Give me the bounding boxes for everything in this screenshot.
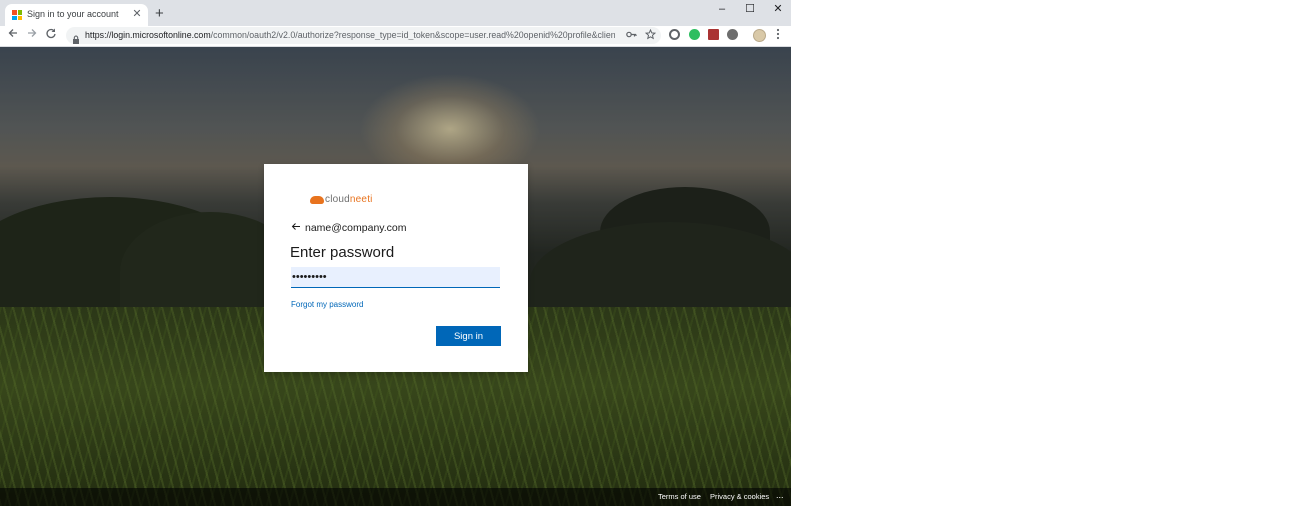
browser-tab[interactable]: Sign in to your account ✕	[5, 4, 148, 26]
privacy-cookies-link[interactable]: Privacy & cookies	[710, 492, 769, 501]
star-icon[interactable]	[644, 28, 657, 44]
forward-icon[interactable]	[24, 27, 40, 43]
profile-avatar[interactable]	[753, 29, 766, 42]
page-background: cloudneeti name@company.com Enter passwo…	[0, 47, 791, 506]
tab-strip: Sign in to your account ✕ + – ☐ ✕	[0, 0, 791, 26]
evernote-icon[interactable]	[689, 29, 700, 40]
more-options-button[interactable]: ...	[776, 490, 784, 500]
url-text[interactable]: https://login.microsoftonline.com/common…	[85, 30, 615, 40]
identity-banner: name@company.com	[291, 222, 407, 234]
lock-icon[interactable]	[72, 31, 80, 44]
microsoft-logo-icon	[12, 10, 22, 20]
drive-icon[interactable]	[727, 29, 738, 40]
cloud-icon	[310, 196, 324, 204]
logo-text-neeti: neeti	[349, 194, 373, 205]
close-window-button[interactable]: ✕	[764, 0, 791, 18]
url-path: /common/oauth2/v2.0/authorize?response_t…	[210, 30, 615, 40]
reload-icon[interactable]	[43, 27, 59, 43]
extension-icon[interactable]	[669, 29, 680, 40]
new-tab-button[interactable]: +	[155, 6, 164, 21]
password-field[interactable]	[291, 267, 500, 288]
page-title: Enter password	[290, 244, 395, 261]
menu-icon[interactable]	[770, 28, 786, 45]
key-icon[interactable]	[626, 29, 637, 44]
back-arrow-icon[interactable]	[291, 222, 305, 234]
sign-in-button[interactable]: Sign in	[436, 326, 501, 346]
page-footer: Terms of use Privacy & cookies ...	[0, 488, 791, 506]
browser-window: Sign in to your account ✕ + – ☐ ✕ https:…	[0, 0, 791, 506]
minimize-button[interactable]: –	[708, 0, 736, 18]
address-bar[interactable]: https://login.microsoftonline.com/common…	[66, 27, 661, 44]
tab-close-icon[interactable]: ✕	[130, 7, 144, 21]
terms-of-use-link[interactable]: Terms of use	[658, 492, 701, 501]
browser-toolbar: https://login.microsoftonline.com/common…	[0, 26, 791, 47]
maximize-button[interactable]: ☐	[736, 0, 764, 18]
back-icon[interactable]	[5, 27, 21, 43]
url-host: https://login.microsoftonline.com	[85, 30, 211, 40]
logo-text-cloud: cloud	[325, 194, 350, 205]
pdf-icon[interactable]	[708, 29, 719, 40]
forgot-password-link[interactable]: Forgot my password	[291, 300, 363, 309]
identity-email: name@company.com	[305, 222, 407, 234]
tab-title: Sign in to your account	[27, 9, 119, 19]
signin-card: cloudneeti name@company.com Enter passwo…	[264, 164, 528, 372]
